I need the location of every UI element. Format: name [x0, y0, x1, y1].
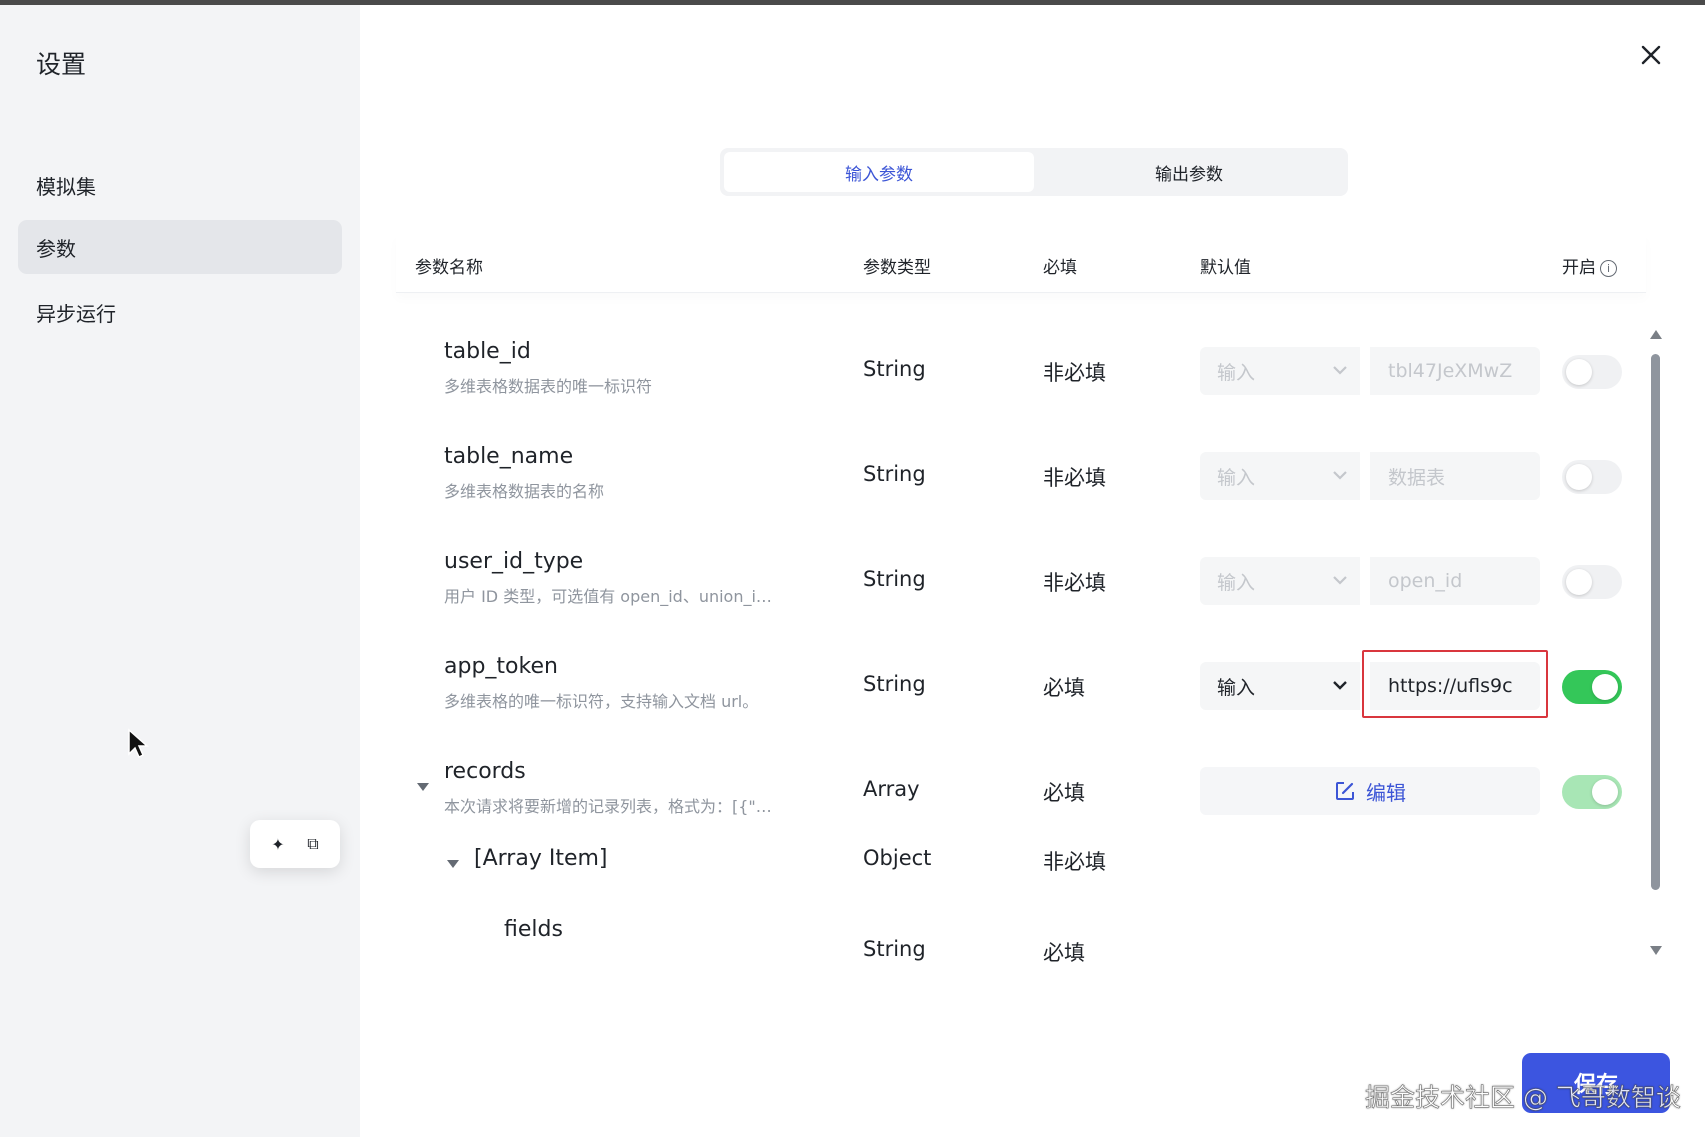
param-type: String: [863, 937, 926, 961]
scrollbar-thumb[interactable]: [1651, 354, 1660, 890]
value-mode-select[interactable]: 输入: [1200, 452, 1360, 500]
header-enabled: 开启 i: [1562, 253, 1617, 278]
enable-toggle[interactable]: [1562, 775, 1622, 809]
header-default-value: 默认值: [1200, 258, 1251, 278]
value-mode-select[interactable]: 输入: [1200, 347, 1360, 395]
table-body: table_id 多维表格数据表的唯一标识符 String 非必填 输入 tbl…: [396, 313, 1646, 968]
close-icon: [1641, 45, 1661, 65]
params-table: 参数名称 参数类型 必填 默认值 开启 i table_id 多维表格数据表的唯一…: [396, 233, 1646, 968]
param-required: 必填: [1043, 941, 1085, 965]
default-value-input[interactable]: open_id: [1370, 557, 1540, 605]
chevron-down-icon: [1333, 366, 1347, 375]
header-param-name: 参数名称: [415, 258, 483, 278]
enable-toggle[interactable]: [1562, 460, 1622, 494]
table-row: table_name 多维表格数据表的名称 String 非必填 输入 数据表: [396, 418, 1626, 518]
param-type: String: [863, 567, 926, 591]
settings-title: 设置: [36, 50, 87, 79]
toggle-knob: [1566, 359, 1592, 385]
param-name: [Array Item]: [474, 846, 608, 871]
table-row: user_id_type 用户 ID 类型，可选值有 open_id、union…: [396, 523, 1626, 623]
value-mode-label: 输入: [1217, 361, 1256, 384]
param-name: user_id_type: [444, 549, 584, 574]
sidebar-item-label: 异步运行: [36, 301, 116, 326]
param-required: 非必填: [1043, 571, 1106, 595]
close-button[interactable]: [1636, 40, 1666, 70]
sidebar-item-params[interactable]: 参数: [18, 220, 342, 274]
param-desc: 多维表格数据表的唯一标识符: [444, 377, 653, 396]
floating-toolbar: ✦ ⧉: [250, 820, 340, 868]
edit-label: 编辑: [1366, 780, 1406, 805]
param-type: String: [863, 462, 926, 486]
param-required: 非必填: [1043, 361, 1106, 385]
sidebar-item-async-run[interactable]: 异步运行: [18, 285, 342, 339]
chevron-down-icon: [1333, 681, 1347, 690]
tab-output-params[interactable]: 输出参数: [1034, 152, 1344, 192]
enable-toggle[interactable]: [1562, 355, 1622, 389]
table-scrollbar[interactable]: [1648, 330, 1662, 960]
value-mode-label: 输入: [1217, 571, 1256, 594]
param-tabs: 输入参数 输出参数: [720, 148, 1348, 196]
header-enabled-label: 开启: [1562, 258, 1596, 278]
value-mode-label: 输入: [1217, 466, 1256, 489]
default-value-input[interactable]: 数据表: [1370, 452, 1540, 500]
table-row: records 本次请求将要新增的记录列表，格式为：[{"… Array 必填 …: [396, 733, 1626, 833]
param-desc: 多维表格数据表的名称: [444, 482, 605, 501]
param-required: 非必填: [1043, 850, 1106, 874]
enable-toggle[interactable]: [1562, 670, 1622, 704]
param-name: records: [444, 759, 526, 784]
param-name: fields: [504, 917, 563, 942]
value-mode-select[interactable]: 输入: [1200, 662, 1360, 710]
header-required: 必填: [1043, 258, 1077, 278]
input-highlight-box: [1362, 650, 1548, 718]
param-required: 非必填: [1043, 466, 1106, 490]
value-mode-select[interactable]: 输入: [1200, 557, 1360, 605]
param-desc: 本次请求将要新增的记录列表，格式为：[{"…: [444, 797, 772, 816]
table-row: app_token 多维表格的唯一标识符，支持输入文档 url。 String …: [396, 628, 1626, 728]
sparkle-icon[interactable]: ✦: [271, 835, 284, 854]
collapse-caret-icon[interactable]: [446, 858, 460, 870]
param-required: 必填: [1043, 781, 1085, 805]
table-row: fields String 必填: [396, 913, 1626, 968]
toggle-knob: [1566, 569, 1592, 595]
param-type: String: [863, 357, 926, 381]
param-name: app_token: [444, 654, 558, 679]
table-row: [Array Item] Object 非必填: [396, 838, 1626, 908]
enable-toggle[interactable]: [1562, 565, 1622, 599]
toggle-knob: [1592, 779, 1618, 805]
sidebar-item-label: 模拟集: [36, 174, 96, 199]
toggle-knob: [1592, 674, 1618, 700]
param-required: 必填: [1043, 676, 1085, 700]
value-mode-label: 输入: [1217, 676, 1256, 699]
scroll-down-arrow-icon[interactable]: [1650, 946, 1662, 955]
screen-reader-icon[interactable]: ⧉: [307, 834, 318, 854]
param-desc: 多维表格的唯一标识符，支持输入文档 url。: [444, 692, 759, 711]
param-name: table_id: [444, 339, 531, 364]
chevron-down-icon: [1333, 576, 1347, 585]
param-desc: 用户 ID 类型，可选值有 open_id、union_i…: [444, 587, 772, 606]
default-value-input[interactable]: tbl47JeXMwZ: [1370, 347, 1540, 395]
watermark: 掘金技术社区 @ 飞哥数智谈: [1365, 1083, 1682, 1113]
scroll-up-arrow-icon[interactable]: [1650, 330, 1662, 339]
sidebar-item-label: 参数: [36, 236, 76, 261]
edit-button[interactable]: 编辑: [1200, 767, 1540, 815]
param-name: table_name: [444, 444, 574, 469]
sidebar-item-mock-set[interactable]: 模拟集: [18, 158, 342, 212]
collapse-caret-icon[interactable]: [416, 781, 430, 793]
tab-input-params[interactable]: 输入参数: [724, 152, 1034, 192]
header-param-type: 参数类型: [863, 258, 931, 278]
table-header: 参数名称 参数类型 必填 默认值 开启 i: [396, 233, 1646, 293]
settings-sidebar: 设置 模拟集 参数 异步运行: [0, 5, 360, 1137]
param-type: Array: [863, 777, 920, 801]
table-row: table_id 多维表格数据表的唯一标识符 String 非必填 输入 tbl…: [396, 313, 1626, 413]
edit-icon: [1336, 782, 1354, 800]
param-type: String: [863, 672, 926, 696]
toggle-knob: [1566, 464, 1592, 490]
mouse-cursor-icon: [128, 728, 149, 759]
param-type: Object: [863, 846, 932, 870]
chevron-down-icon: [1333, 471, 1347, 480]
info-icon[interactable]: i: [1600, 259, 1617, 277]
